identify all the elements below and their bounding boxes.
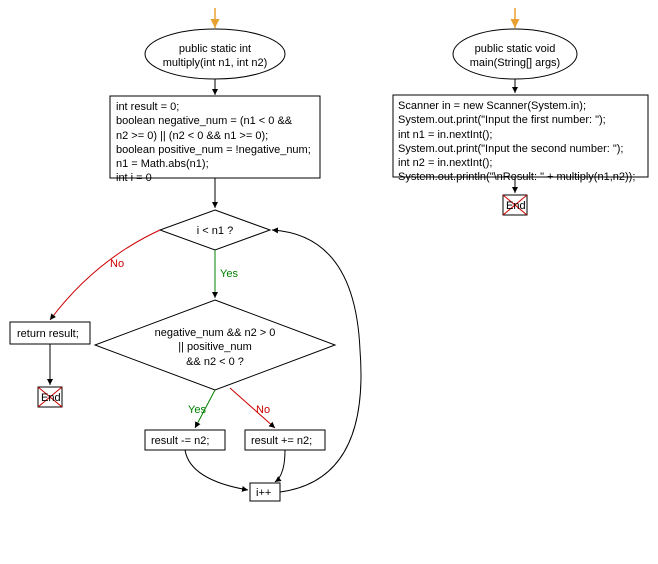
result-plus: result += n2; [251, 434, 312, 448]
return-stmt: return result; [17, 327, 79, 341]
label-yes-1: Yes [220, 268, 238, 280]
increment: i++ [256, 486, 271, 500]
main-body: Scanner in = new Scanner(System.in); Sys… [398, 99, 635, 185]
end-left: End [41, 391, 61, 405]
result-minus: result -= n2; [151, 434, 209, 448]
cond-loop: i < n1 ? [180, 224, 250, 238]
cond-sign: negative_num && n2 > 0 || positive_num &… [135, 326, 295, 369]
flowchart-svg [0, 0, 658, 564]
label-yes-2: Yes [188, 404, 206, 416]
init-block: int result = 0; boolean negative_num = (… [116, 100, 311, 186]
label-no-1: No [110, 258, 124, 270]
start-multiply: public static int multiply(int n1, int n… [155, 42, 275, 71]
end-right: End [506, 199, 526, 213]
start-main: public static void main(String[] args) [460, 42, 570, 71]
label-no-2: No [256, 404, 270, 416]
